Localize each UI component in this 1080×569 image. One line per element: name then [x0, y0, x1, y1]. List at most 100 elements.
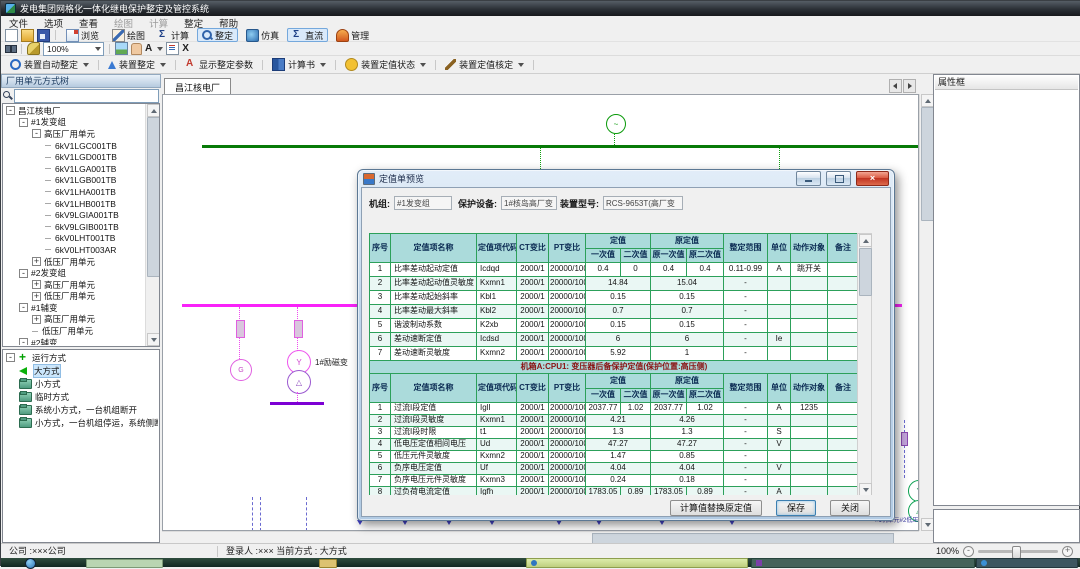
collapse-icon[interactable]: - — [6, 353, 15, 362]
tree-node[interactable]: -高压厂用单元 — [4, 128, 146, 140]
chevron-down-icon[interactable] — [320, 63, 326, 67]
expand-icon[interactable]: + — [32, 315, 41, 324]
toolbar-main-button-6[interactable]: 管理 — [331, 28, 374, 42]
tree-node[interactable]: 6kV1LHB001TB — [4, 198, 146, 210]
tree-node[interactable]: 大方式 — [4, 364, 158, 377]
collapse-icon[interactable]: - — [19, 338, 28, 345]
tree-node[interactable]: -#2辅变 — [4, 337, 146, 345]
table-row[interactable]: 8过负荷电流定值Igfh2000/120000/1001783.050.8917… — [370, 487, 859, 496]
delete-tool[interactable]: X — [182, 43, 189, 54]
table-row[interactable]: 3过流I段时限t12000/120000/1001.31.3-S — [370, 427, 859, 439]
chevron-down-icon[interactable] — [83, 63, 89, 67]
breaker-symbol[interactable] — [236, 320, 245, 338]
chevron-down-icon[interactable] — [420, 63, 426, 67]
expand-icon[interactable]: + — [32, 280, 41, 289]
tree-node[interactable]: 6kV9LGIA001TB — [4, 209, 146, 221]
motor-symbol[interactable]: G — [230, 359, 252, 381]
scroll-up-icon[interactable] — [147, 104, 160, 117]
table-row[interactable]: 2过流I段灵敏度Kxmn12000/120000/1004.214.26- — [370, 415, 859, 427]
setting-toolbar-button-1[interactable]: 装置整定 — [103, 56, 171, 73]
scroll-up-icon[interactable] — [859, 234, 872, 247]
chevron-down-icon[interactable] — [518, 63, 524, 67]
scroll-thumb[interactable] — [147, 117, 160, 277]
collapse-icon[interactable]: - — [19, 118, 28, 127]
save-button[interactable]: 保存 — [776, 500, 816, 516]
minimize-button[interactable] — [796, 171, 821, 186]
dialog-titlebar[interactable]: 定值单预览 × — [358, 170, 894, 187]
tree-node[interactable]: 小方式，一台机组停运，系统侧断开 — [4, 416, 158, 429]
tab-scroll-right-icon[interactable] — [903, 79, 916, 93]
table-row[interactable]: 1比率差动起动定值Icdqd2000/120000/1000.400.40.40… — [370, 263, 859, 277]
generator-symbol[interactable]: ~ — [606, 114, 626, 134]
canvas-vertical-scrollbar[interactable] — [919, 94, 932, 531]
taskbar-button-active[interactable] — [526, 558, 748, 568]
tree-node[interactable]: 6kV1LGB001TB — [4, 175, 146, 187]
scroll-down-icon[interactable] — [147, 333, 160, 346]
setting-toolbar-button-3[interactable]: 计算书 — [267, 56, 331, 73]
page-tool-icon[interactable] — [166, 42, 179, 55]
tree-node[interactable]: 6kV1LGD001TB — [4, 151, 146, 163]
toolbar-main-button-2[interactable]: 计算 — [153, 28, 194, 42]
taskbar-button[interactable] — [976, 558, 1078, 568]
table-row[interactable]: 5低压元件灵敏度Kxmn22000/120000/1001.470.85- — [370, 451, 859, 463]
tree-node[interactable]: 系统小方式，一台机组断开 — [4, 403, 158, 416]
expand-icon[interactable]: + — [32, 292, 41, 301]
tree-search-input[interactable] — [14, 89, 159, 103]
collapse-icon[interactable]: - — [32, 129, 41, 138]
table-row[interactable]: 7负序电压元件灵敏度Kxmn32000/120000/1000.240.18- — [370, 475, 859, 487]
scroll-down-icon[interactable] — [859, 483, 872, 495]
collapse-icon[interactable]: - — [19, 269, 28, 278]
zoom-slider-thumb[interactable] — [1012, 546, 1021, 559]
setting-toolbar-button-0[interactable]: 装置自动整定 — [5, 56, 94, 73]
transformer-secondary-symbol[interactable]: △ — [287, 370, 311, 394]
table-scrollbar[interactable] — [857, 233, 872, 495]
tree-node[interactable]: +高压厂用单元 — [4, 279, 146, 291]
collapse-icon[interactable]: - — [6, 106, 15, 115]
tree-node[interactable]: -#1发变组 — [4, 117, 146, 129]
setting-toolbar-button-2[interactable]: 显示整定参数 — [180, 56, 258, 73]
tree-node[interactable]: +低压厂用单元 — [4, 291, 146, 303]
table-row[interactable]: 3比率差动起始斜率Kbl12000/120000/1000.150.15- — [370, 291, 859, 305]
collapse-icon[interactable]: - — [19, 303, 28, 312]
table-row[interactable]: 2比率差动起动值灵敏度Kxmn12000/120000/10014.8415.0… — [370, 277, 859, 291]
canvas-horizontal-scrollbar[interactable] — [162, 531, 919, 543]
open-file-icon[interactable] — [21, 29, 34, 42]
taskbar-button[interactable] — [751, 558, 975, 568]
tree-node[interactable]: -#2发变组 — [4, 267, 146, 279]
tree-node[interactable]: -运行方式 — [4, 351, 158, 364]
zoom-combobox[interactable]: 100% — [43, 42, 104, 56]
close-dialog-button[interactable]: 关闭 — [830, 500, 870, 516]
menu-item-0[interactable]: 文件 — [1, 16, 36, 30]
toolbar-main-button-3[interactable]: 整定 — [197, 28, 238, 42]
breaker-symbol[interactable] — [901, 432, 908, 446]
maximize-button[interactable] — [826, 171, 851, 186]
purple-bus-line[interactable] — [270, 402, 324, 405]
close-button[interactable]: × — [856, 171, 889, 186]
tab-scroll-left-icon[interactable] — [889, 79, 902, 93]
tree-node[interactable]: 低压厂用单元 — [4, 325, 146, 337]
model-field[interactable]: RCS-9653T(高厂变 — [603, 196, 683, 210]
table-row[interactable]: 6差动速断定值Icdsd2000/120000/10066-Ie — [370, 333, 859, 347]
green-bus-line[interactable] — [202, 145, 918, 148]
scroll-thumb[interactable] — [859, 248, 872, 296]
chevron-down-icon[interactable] — [160, 63, 166, 67]
chevron-down-icon[interactable] — [157, 47, 163, 51]
replace-with-calculated-button[interactable]: 计算值替换原定值 — [670, 500, 762, 516]
toolbar-main-button-0[interactable]: 浏览 — [61, 28, 104, 42]
expand-icon[interactable]: + — [32, 257, 41, 266]
tree-node[interactable]: 6kV9LGIB001TB — [4, 221, 146, 233]
table-row[interactable]: 4比率差动最大斜率Kbl22000/120000/1000.70.7- — [370, 305, 859, 319]
table-row[interactable]: 5谐波制动系数K2xb2000/120000/1000.150.15- — [370, 319, 859, 333]
taskbar-button[interactable] — [319, 559, 337, 568]
tree-node[interactable]: +低压厂用单元 — [4, 256, 146, 268]
breaker-symbol[interactable] — [294, 320, 303, 338]
tree-scrollbar[interactable] — [145, 104, 159, 346]
find-icon[interactable] — [5, 43, 16, 54]
save-icon[interactable] — [37, 29, 50, 42]
table-row[interactable]: 6负序电压定值Uf2000/120000/1004.044.04-V — [370, 463, 859, 475]
tree-node[interactable]: -昌江核电厂 — [4, 105, 146, 117]
pan-hand-icon[interactable] — [131, 43, 142, 55]
font-tool[interactable]: A — [145, 43, 152, 54]
zoom-in-icon[interactable] — [1062, 546, 1073, 557]
table-row[interactable]: 7差动速断灵敏度Kxmn22000/120000/1005.921- — [370, 347, 859, 361]
